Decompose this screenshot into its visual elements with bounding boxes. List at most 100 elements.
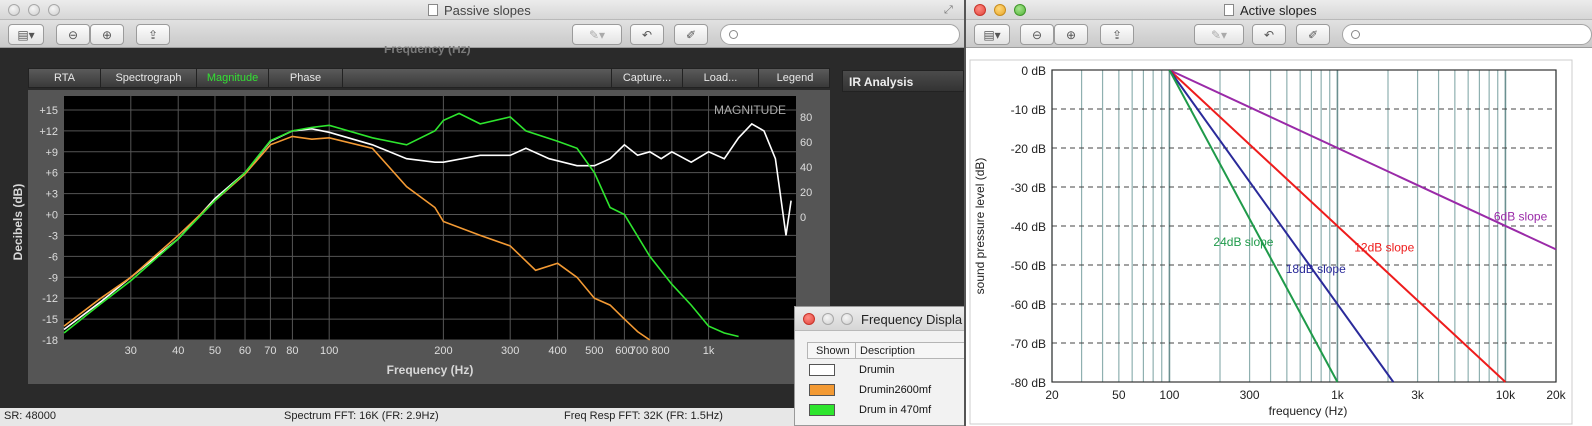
markup-icon: ✎▾ [588,27,606,42]
y-tick-label: -18 [42,335,58,347]
zoom-in-icon: ⊕ [101,27,113,42]
magnitude-chart: 30 40 50 60 70 80 100 200 300 400 500 600700 800 1k+… [11,90,830,384]
search-icon [729,30,738,39]
edit-button[interactable]: ✐ [674,24,708,45]
y2-tick-label: 0 [800,212,806,224]
panel-label: MAGNITUDE [714,103,786,117]
fullscreen-icon[interactable]: ⤢ [944,4,956,16]
header-divider [855,343,856,359]
y-tick-label: +3 [45,189,58,201]
minimize-button[interactable] [28,4,40,16]
y-tick-label: +15 [39,105,58,117]
rotate-icon: ↶ [641,27,653,42]
zoom-button[interactable] [48,4,60,16]
legend-button[interactable]: Legend [759,69,831,87]
y-tick-label: -30 dB [1011,181,1046,195]
tab-spectrograph[interactable]: Spectrograph [101,69,197,87]
rotate-icon: ↶ [1263,27,1275,42]
y2-tick-label: 40 [800,162,812,174]
sidebar-button[interactable]: ▤▾ [8,24,44,45]
x-tick-label: 100 [320,345,338,357]
x-tick-label: 20k [1546,388,1566,402]
sidebar-button[interactable]: ▤▾ [974,24,1010,45]
panel-close-button[interactable] [803,313,815,325]
edit-icon: ✐ [685,27,697,42]
minimize-button[interactable] [994,4,1006,16]
y-tick-label: +9 [45,147,58,159]
sidebar-icon: ▤▾ [983,27,1001,42]
x-tick-label: 60 [239,345,251,357]
markup-button[interactable]: ✎▾ [1194,24,1244,45]
share-icon: ⇪ [147,27,159,42]
x-tick-label: 70 [264,345,276,357]
freq-resp-fft: Freq Resp FFT: 32K (FR: 1.5Hz) [564,410,723,422]
x-tick-label: 30 [125,345,137,357]
markup-button[interactable]: ✎▾ [572,24,622,45]
document-icon [1224,4,1234,16]
zoom-in-button[interactable]: ⊕ [90,24,124,45]
zoom-in-button[interactable]: ⊕ [1054,24,1088,45]
edit-button[interactable]: ✐ [1296,24,1330,45]
y-tick-label: -70 dB [1011,337,1046,351]
list-item[interactable]: Drumin2600mf [807,381,964,401]
color-swatch[interactable] [809,384,835,396]
capture-button[interactable]: Capture... [611,69,683,87]
view-tabs: RTA Spectrograph Magnitude Phase Capture… [28,68,830,88]
frequency-display-title-bar: Frequency Displa [795,307,964,331]
left-toolbar: ▤▾ ⊖ ⊕ ⇪ ✎▾ ↶ ✐ [0,20,964,48]
x-tick-label: 80 [286,345,298,357]
ir-analysis-header[interactable]: IR Analysis [842,70,964,92]
active-slopes-window: Active slopes ▤▾ ⊖ ⊕ ⇪ ✎▾ ↶ ✐ 0 dB -10 dB… [964,0,1592,426]
tab-phase[interactable]: Phase [269,69,343,87]
sample-rate: SR: 48000 [4,410,56,422]
tab-magnitude[interactable]: Magnitude [197,69,269,87]
left-title-bar: Passive slopes ⤢ [0,0,964,20]
y-tick-label: -60 dB [1011,298,1046,312]
frequency-display-panel: Frequency Displa Shown Description Drumi… [794,306,964,426]
y-axis-label: sound pressure level (dB) [973,158,987,295]
tab-rta[interactable]: RTA [29,69,101,87]
slopes-chart: 0 dB -10 dB -20 dB -30 dB -40 dB -50 dB -60 dB… [966,48,1592,426]
close-button[interactable] [8,4,20,16]
panel-minimize-button[interactable] [822,313,834,325]
edit-icon: ✐ [1307,27,1319,42]
y-tick-label: -40 dB [1011,220,1046,234]
col-description[interactable]: Description [860,345,915,357]
list-item[interactable]: Drum in 470mf [807,401,964,421]
rotate-button[interactable]: ↶ [630,24,664,45]
x-tick-label: 400 [548,345,566,357]
search-input[interactable] [720,24,960,45]
color-swatch[interactable] [809,404,835,416]
list-header: Shown Description [807,342,964,359]
search-icon [1351,30,1360,39]
y2-tick-label: 20 [800,187,812,199]
share-button[interactable]: ⇪ [136,24,170,45]
zoom-out-button[interactable]: ⊖ [1020,24,1054,45]
zoom-in-icon: ⊕ [1065,27,1077,42]
x-tick-label: 200 [434,345,452,357]
x-tick-label: 300 [1240,388,1260,402]
zoom-out-button[interactable]: ⊖ [56,24,90,45]
y-tick-label: -80 dB [1011,376,1046,390]
close-button[interactable] [974,4,986,16]
y-tick-label: +6 [45,168,58,180]
col-shown[interactable]: Shown [816,345,850,357]
y-axis-label: Decibels (dB) [11,184,25,261]
markup-icon: ✎▾ [1210,27,1228,42]
list-item[interactable]: Drumin [807,361,964,381]
color-swatch[interactable] [809,364,835,376]
y-tick-label: -3 [48,230,58,242]
rotate-button[interactable]: ↶ [1252,24,1286,45]
share-button[interactable]: ⇪ [1100,24,1134,45]
spectrum-fft: Spectrum FFT: 16K (FR: 2.9Hz) [284,410,439,422]
search-input[interactable] [1342,24,1592,45]
series-label: Drumin [859,364,895,376]
panel-zoom-button[interactable] [841,313,853,325]
slope-label: 24dB slope [1213,235,1273,249]
zoom-button[interactable] [1014,4,1026,16]
load-button[interactable]: Load... [683,69,759,87]
zoom-out-icon: ⊖ [67,27,79,42]
y-tick-label: -9 [48,272,58,284]
slope-label: 6dB slope [1494,209,1548,223]
zoom-out-icon: ⊖ [1031,27,1043,42]
